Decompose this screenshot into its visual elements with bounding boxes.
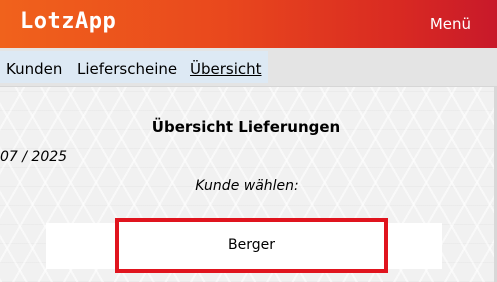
app-title: LotzApp (20, 9, 117, 34)
customer-name: Berger (228, 237, 275, 253)
page-title: Übersicht Lieferungen (151, 118, 341, 136)
nav-link-uebersicht[interactable]: Übersicht (190, 60, 262, 78)
app-header: LotzApp Menü (0, 0, 497, 48)
month-year-display: 07 / 2025 (0, 149, 68, 165)
nav-link-kunden[interactable]: Kunden (6, 60, 62, 78)
nav-bar: Kunden Lieferscheine Übersicht (0, 48, 497, 87)
choose-customer-label: Kunde wählen: (195, 178, 299, 194)
customer-select-button[interactable]: Berger (115, 218, 388, 273)
nav-link-lieferscheine[interactable]: Lieferscheine (77, 60, 177, 78)
menu-button[interactable]: Menü (430, 15, 471, 33)
main-content: Übersicht Lieferungen 07 / 2025 Kunde wä… (0, 87, 497, 282)
nav-links-container: Kunden Lieferscheine Übersicht (0, 51, 268, 83)
